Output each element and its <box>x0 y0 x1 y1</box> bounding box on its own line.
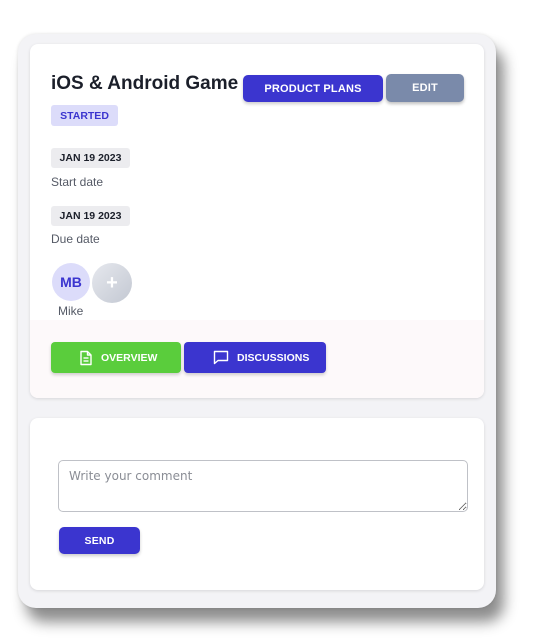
tab-overview-label: OVERVIEW <box>101 351 158 364</box>
document-icon <box>79 350 93 366</box>
tab-discussions[interactable]: DISCUSSIONS <box>184 342 326 373</box>
tab-bar: OVERVIEW DISCUSSIONS <box>30 320 484 398</box>
comment-card: SEND <box>30 418 484 590</box>
edit-button[interactable]: EDIT <box>386 74 464 102</box>
status-badge: STARTED <box>51 105 118 126</box>
comment-input[interactable] <box>58 460 468 512</box>
add-member-button[interactable]: + <box>92 263 132 303</box>
member-name: Mike <box>58 304 84 318</box>
due-date-chip: JAN 19 2023 <box>51 206 130 226</box>
tab-discussions-label: DISCUSSIONS <box>237 351 310 364</box>
send-button[interactable]: SEND <box>59 527 140 554</box>
project-title: iOS & Android Game <box>51 73 239 94</box>
plus-icon: + <box>106 271 118 294</box>
chat-bubble-icon <box>213 350 229 365</box>
product-plans-button[interactable]: PRODUCT PLANS <box>243 75 383 102</box>
start-date-label: Start date <box>51 175 104 189</box>
project-card: iOS & Android Game PRODUCT PLANS EDIT ST… <box>30 44 484 398</box>
member-avatar[interactable]: MB <box>52 263 90 301</box>
due-date-label: Due date <box>51 232 100 246</box>
tab-overview[interactable]: OVERVIEW <box>51 342 181 373</box>
app-frame: iOS & Android Game PRODUCT PLANS EDIT ST… <box>18 34 496 608</box>
start-date-chip: JAN 19 2023 <box>51 148 130 168</box>
